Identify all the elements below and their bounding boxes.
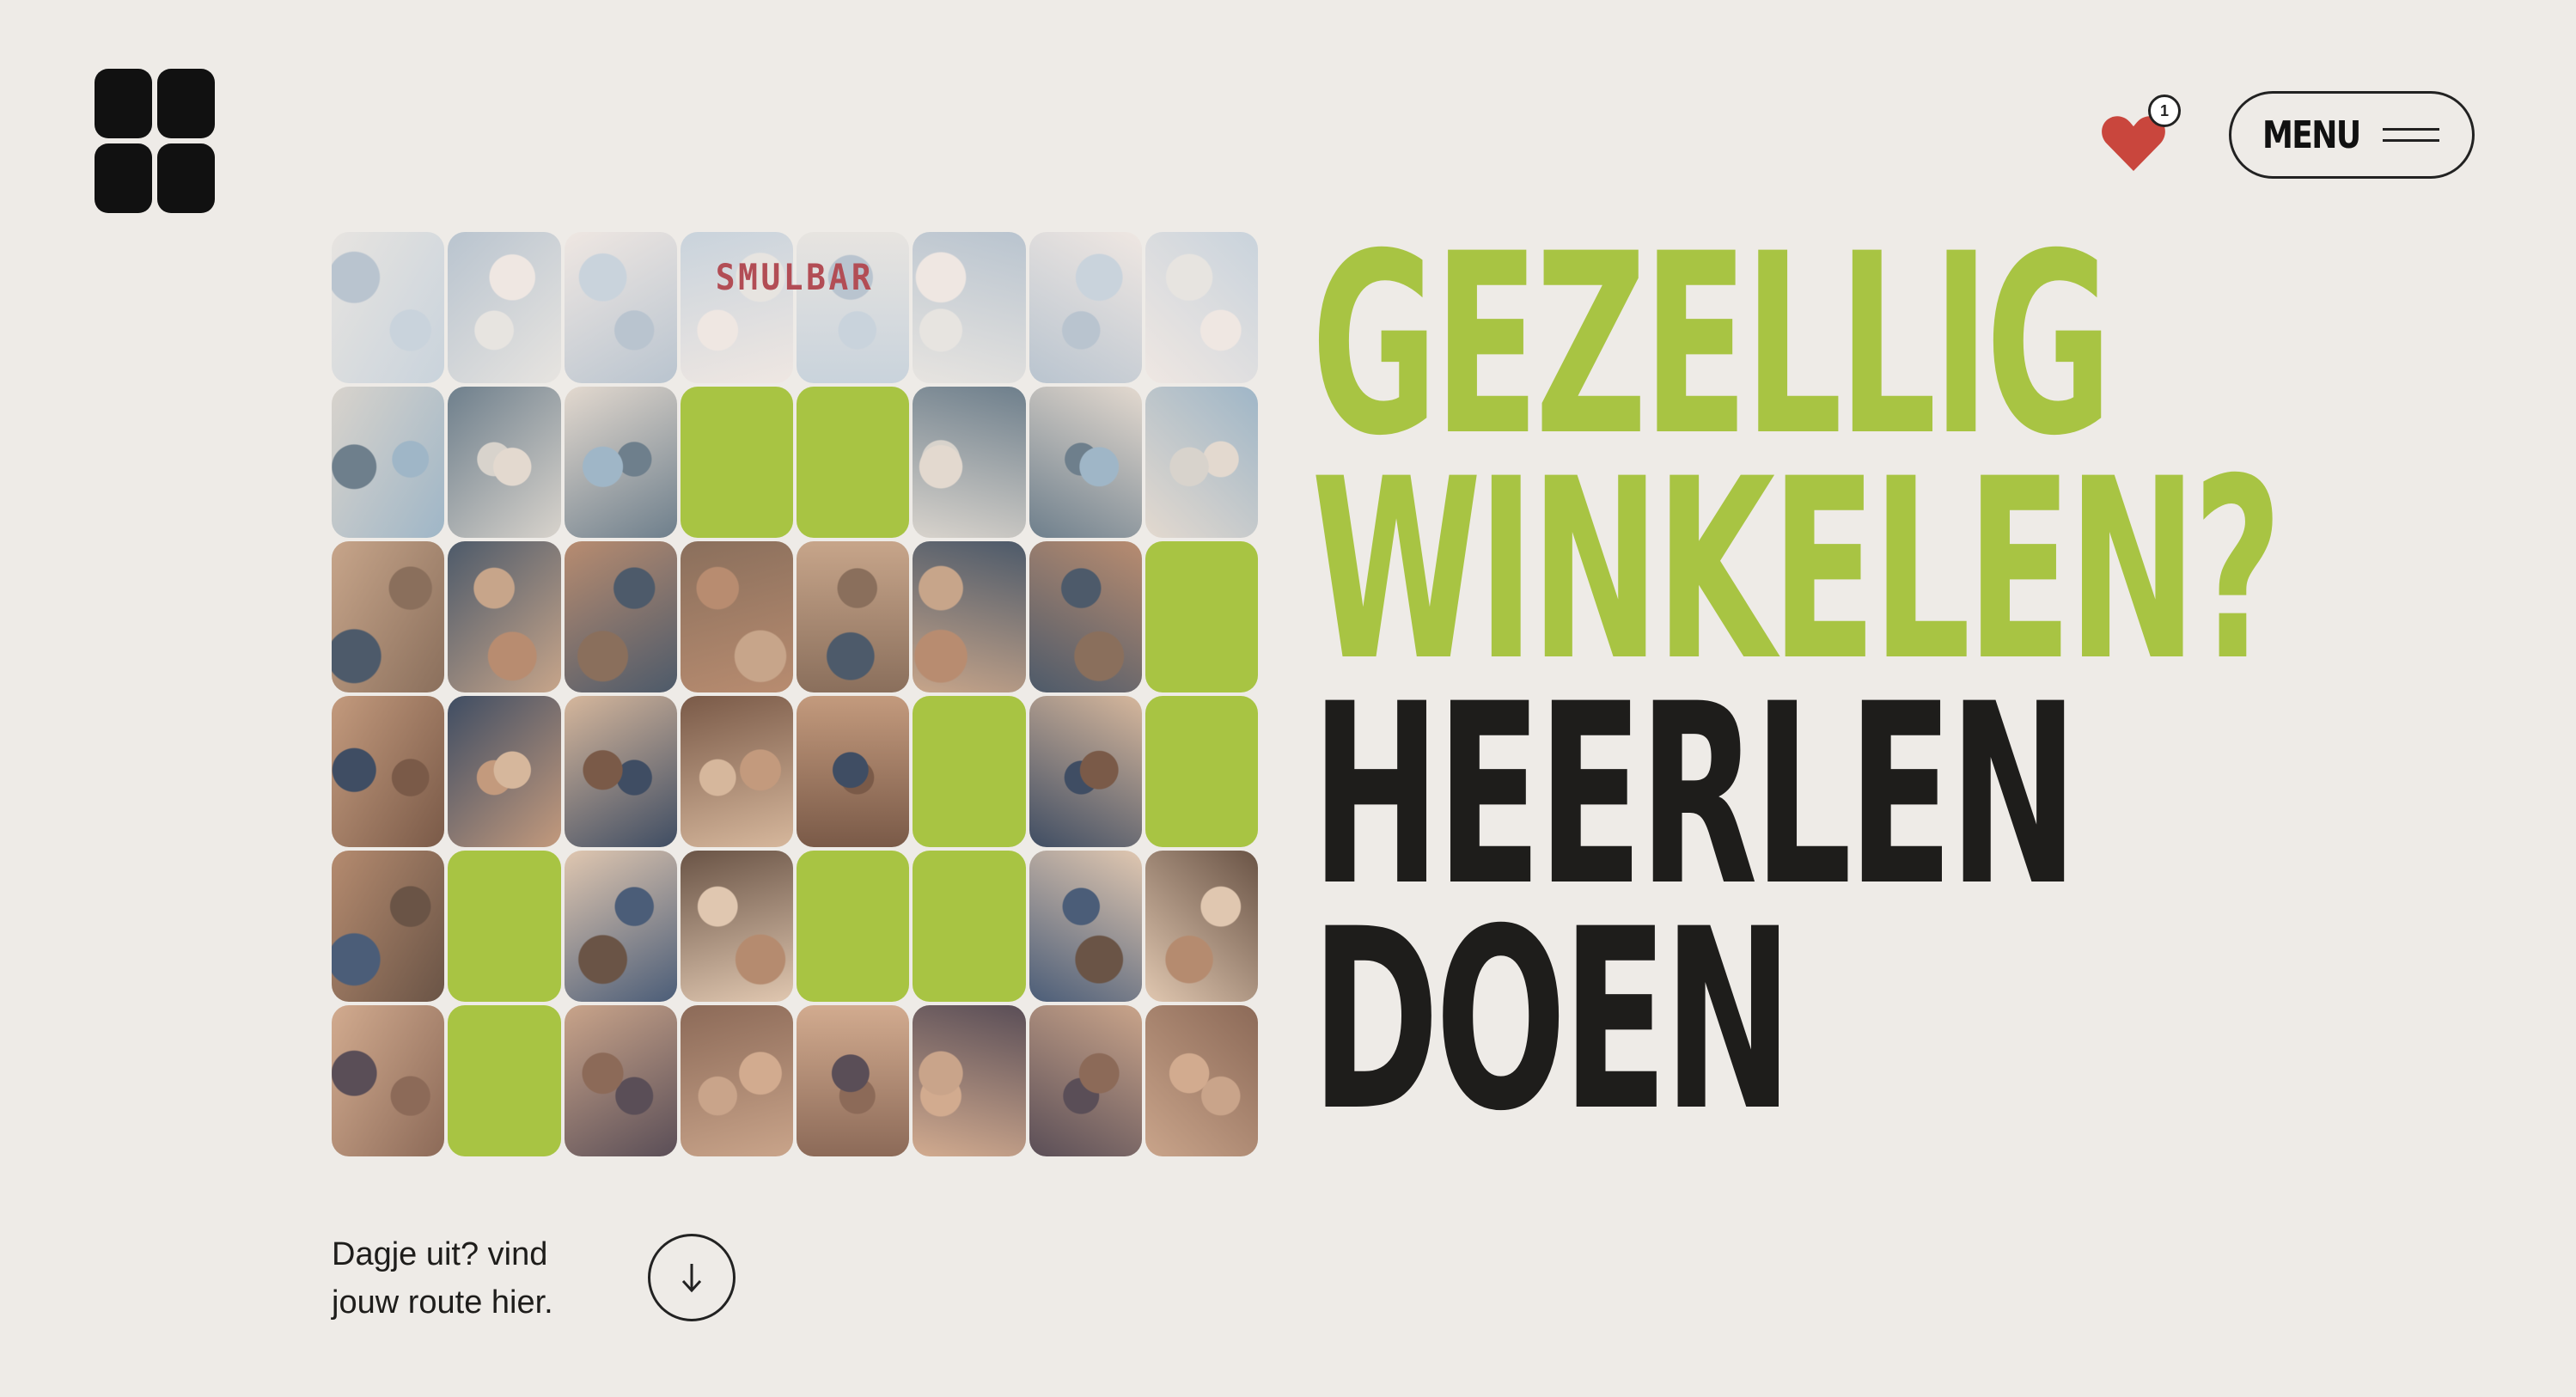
green-tile [448, 851, 561, 1002]
scroll-down-button[interactable] [648, 1234, 736, 1321]
photo-tile [564, 387, 677, 538]
route-cta-text: Dagje uit? vind jouw route hier. [332, 1230, 624, 1327]
photo-tile [1029, 541, 1142, 692]
photo-tile [448, 541, 561, 692]
photo-tile [332, 696, 445, 847]
site-logo[interactable] [95, 69, 215, 213]
photo-tile [448, 387, 561, 538]
photo-tile [680, 232, 793, 383]
photo-tile [797, 696, 910, 847]
photo-tile [332, 541, 445, 692]
photo-tile [1029, 232, 1142, 383]
photo-tile [1029, 851, 1142, 1002]
photo-tile [797, 1005, 910, 1156]
menu-button[interactable]: MENU [2229, 91, 2475, 179]
logo-square [157, 143, 215, 213]
favorites-count-badge: 1 [2148, 95, 2181, 127]
photo-tile [797, 541, 910, 692]
headline-line-4: DOEN [1311, 876, 1793, 1166]
hero-photo-grid: SMULBAR [332, 232, 1258, 1156]
green-tile [797, 851, 910, 1002]
photo-tile [448, 232, 561, 383]
photo-tile [1029, 387, 1142, 538]
headline-line-3: HEERLEN [1311, 651, 2079, 941]
photo-tile [913, 1005, 1026, 1156]
photo-tile [448, 696, 561, 847]
menu-label: MENU [2262, 113, 2361, 157]
green-tile [913, 696, 1026, 847]
photo-tile [1029, 696, 1142, 847]
photo-tile [564, 851, 677, 1002]
photo-tile [1029, 1005, 1142, 1156]
headline-line-1: GEZELLIG [1311, 201, 2112, 491]
photo-tile [564, 1005, 677, 1156]
photo-tile [1145, 1005, 1258, 1156]
photo-tile [332, 232, 445, 383]
logo-square [95, 143, 152, 213]
photo-tile [1145, 387, 1258, 538]
photo-tile [797, 232, 910, 383]
photo-tile [564, 541, 677, 692]
photo-tile [332, 1005, 445, 1156]
photo-tile [332, 851, 445, 1002]
arrow-down-icon [681, 1264, 702, 1293]
logo-square [157, 69, 215, 138]
green-tile [797, 387, 910, 538]
photo-tile [680, 541, 793, 692]
photo-tile [332, 387, 445, 538]
photo-tile [680, 696, 793, 847]
cta-line-1: Dagje uit? vind [332, 1236, 548, 1272]
photo-tile [564, 696, 677, 847]
hero-headline: GEZELLIG WINKELEN? HEERLEN DOEN [1311, 201, 2282, 1166]
photo-tile [680, 1005, 793, 1156]
green-tile [1145, 541, 1258, 692]
photo-tile [913, 541, 1026, 692]
green-tile [1145, 696, 1258, 847]
photo-tile [1145, 851, 1258, 1002]
logo-square [95, 69, 152, 138]
photo-tile [1145, 232, 1258, 383]
headline-line-2: WINKELEN? [1311, 426, 2282, 716]
green-tile [913, 851, 1026, 1002]
favorites-button[interactable]: 1 [2097, 95, 2182, 180]
photo-tile [913, 387, 1026, 538]
hamburger-icon [2383, 128, 2440, 142]
photo-tile [913, 232, 1026, 383]
photo-tile [680, 851, 793, 1002]
cta-line-2: jouw route hier. [332, 1284, 553, 1321]
green-tile [680, 387, 793, 538]
green-tile [448, 1005, 561, 1156]
photo-tile [564, 232, 677, 383]
